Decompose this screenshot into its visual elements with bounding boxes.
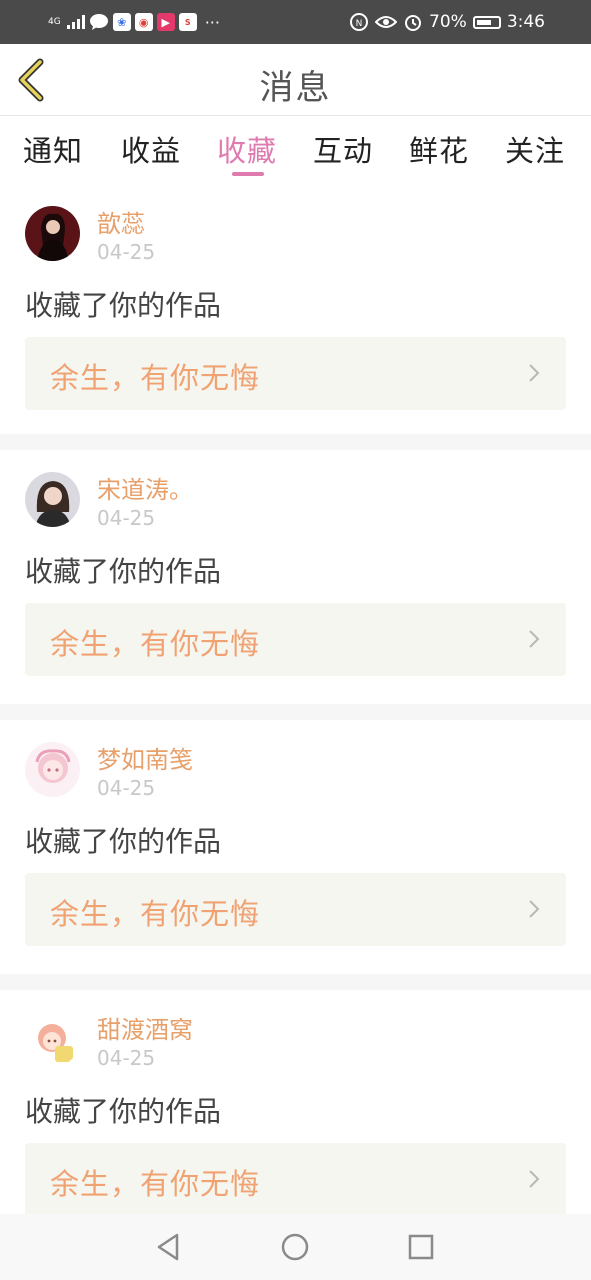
svg-text:N: N	[356, 19, 363, 29]
message-text: 收藏了你的作品	[25, 555, 222, 588]
sohu-icon: S	[178, 13, 197, 31]
date: 04-25	[97, 506, 156, 530]
work-link[interactable]: 余生，有你无悔	[25, 603, 566, 676]
username[interactable]: 歆蕊	[97, 204, 145, 239]
work-title: 余生，有你无悔	[50, 897, 261, 931]
divider	[0, 704, 591, 720]
clock: 3:46	[506, 12, 545, 32]
tab-notifications[interactable]: 通知	[23, 128, 83, 170]
divider	[0, 434, 591, 450]
data-saver-icon: N	[350, 13, 369, 31]
home-circle-icon[interactable]	[279, 1231, 311, 1263]
notification-item: 甜渡酒窝 04-25 收藏了你的作品 余生，有你无悔	[0, 990, 591, 1244]
baidu-icon: ❀	[112, 13, 131, 31]
work-title: 余生，有你无悔	[50, 1167, 261, 1201]
date: 04-25	[97, 1046, 156, 1070]
tab-favorites[interactable]: 收藏	[217, 128, 277, 170]
work-link[interactable]: 余生，有你无悔	[25, 337, 566, 410]
tab-earnings[interactable]: 收益	[121, 128, 181, 170]
message-text: 收藏了你的作品	[25, 825, 222, 858]
notification-item: 歆蕊 04-25 收藏了你的作品 余生，有你无悔	[0, 184, 591, 438]
recents-square-icon[interactable]	[405, 1231, 437, 1263]
work-title: 余生，有你无悔	[50, 627, 261, 661]
chevron-right-icon	[529, 364, 540, 382]
chevron-right-icon	[529, 630, 540, 648]
tab-interactions[interactable]: 互动	[313, 128, 373, 170]
tab-bar: 通知 收益 收藏 互动 鲜花 关注	[0, 116, 591, 184]
video-icon: ▶	[156, 13, 175, 31]
username[interactable]: 梦如南笺	[97, 740, 193, 775]
divider	[0, 974, 591, 990]
tab-active-indicator	[232, 172, 264, 176]
work-link[interactable]: 余生，有你无悔	[25, 1143, 566, 1216]
avatar[interactable]	[25, 742, 80, 797]
back-triangle-icon[interactable]	[153, 1231, 185, 1263]
work-link[interactable]: 余生，有你无悔	[25, 873, 566, 946]
avatar[interactable]	[25, 472, 80, 527]
alarm-icon	[405, 15, 422, 31]
chat-icon	[89, 14, 108, 30]
battery-icon	[472, 15, 501, 29]
tab-flowers[interactable]: 鲜花	[409, 128, 469, 170]
work-title: 余生，有你无悔	[50, 361, 261, 395]
avatar[interactable]	[25, 206, 80, 261]
more-notifications: ···	[204, 12, 220, 32]
signal-icon	[66, 15, 85, 29]
status-right: N 70% 3:46	[349, 10, 545, 34]
battery-percent: 70%	[429, 12, 467, 32]
status-left: 4G ❀ ◉ ▶ S ···	[48, 10, 220, 34]
chevron-right-icon	[529, 1170, 540, 1188]
message-text: 收藏了你的作品	[25, 289, 222, 322]
date: 04-25	[97, 776, 156, 800]
username[interactable]: 甜渡酒窝	[97, 1010, 193, 1045]
title-bar: 消息	[0, 44, 591, 116]
tab-following[interactable]: 关注	[505, 128, 565, 170]
notification-item: 梦如南笺 04-25 收藏了你的作品 余生，有你无悔	[0, 720, 591, 974]
weibo-icon: ◉	[134, 13, 153, 31]
system-nav-bar	[0, 1214, 591, 1280]
status-bar: 4G ❀ ◉ ▶ S ··· N 70% 3:46	[0, 0, 591, 44]
username[interactable]: 宋道涛。	[97, 470, 193, 505]
eye-icon	[375, 16, 398, 28]
chevron-right-icon	[529, 900, 540, 918]
avatar[interactable]	[25, 1012, 80, 1067]
page-title: 消息	[259, 68, 332, 108]
message-text: 收藏了你的作品	[25, 1095, 222, 1128]
notification-item: 宋道涛。 04-25 收藏了你的作品 余生，有你无悔	[0, 450, 591, 704]
network-type: 4G	[48, 16, 61, 27]
date: 04-25	[97, 240, 156, 264]
